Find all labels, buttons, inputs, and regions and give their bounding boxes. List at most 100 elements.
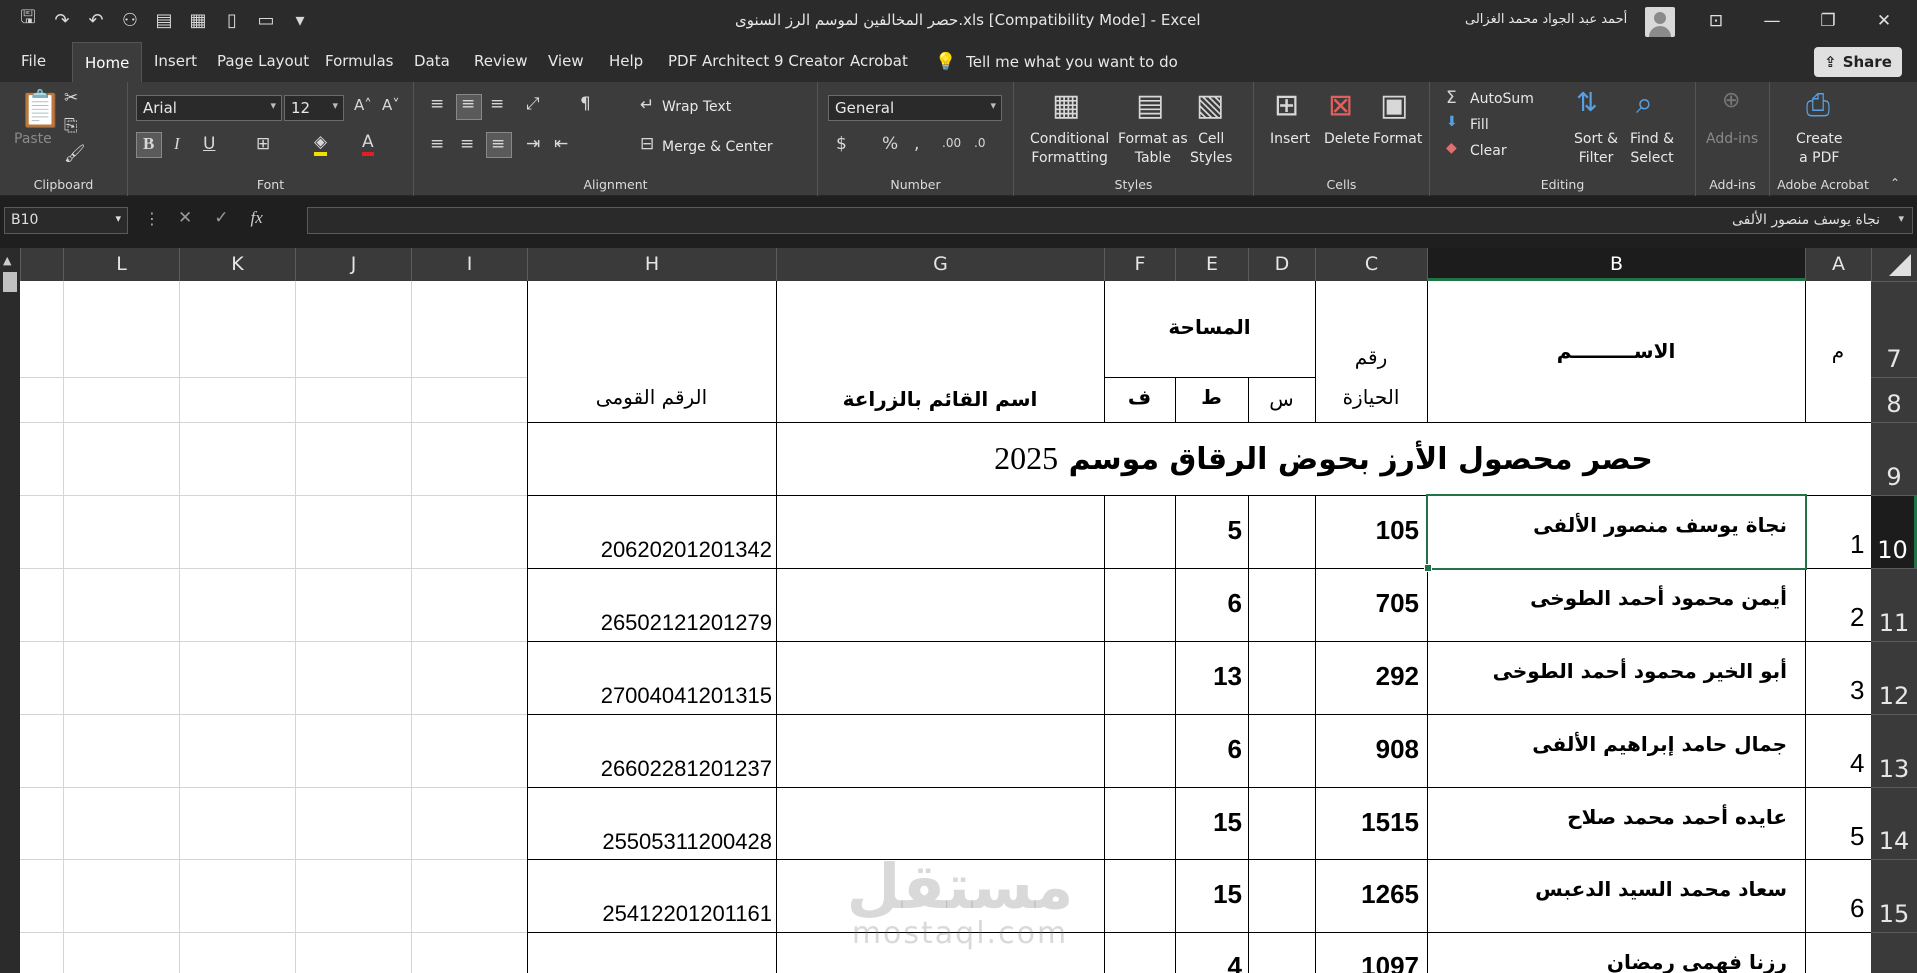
currency-icon[interactable]: $	[836, 134, 847, 154]
decrease-indent-icon[interactable]: ⇤	[554, 134, 568, 154]
collapse-ribbon-icon[interactable]: ⌃	[1890, 176, 1900, 190]
align-bottom-icon[interactable]: ≡	[490, 94, 504, 114]
delete-cells-button[interactable]: Delete	[1324, 130, 1370, 149]
cell-area-t[interactable]: 6	[1175, 734, 1242, 765]
align-top-icon[interactable]: ≡	[430, 94, 444, 114]
addins-button[interactable]: Add-ins	[1706, 130, 1758, 149]
tab-view[interactable]: View	[548, 52, 584, 70]
cancel-icon[interactable]: ✕	[178, 208, 192, 228]
maximize-icon[interactable]: ❐	[1800, 0, 1856, 42]
row-header-16[interactable]	[1871, 932, 1917, 973]
decrease-decimal-icon[interactable]: .0	[974, 136, 985, 150]
column-header-J[interactable]: J	[295, 248, 411, 281]
cell-holding[interactable]: 1515	[1315, 807, 1419, 838]
column-header-G[interactable]: G	[776, 248, 1104, 281]
more-options-icon[interactable]: ⋮	[144, 209, 160, 228]
tab-page-layout[interactable]: Page Layout	[217, 52, 309, 70]
cell-national-id[interactable]: 25505311200428	[527, 829, 772, 855]
fill-color-icon[interactable]: ◈	[314, 132, 328, 156]
sort-filter-button[interactable]: Sort & Filter	[1574, 130, 1618, 168]
cell-styles-button[interactable]: Cell Styles	[1190, 130, 1232, 168]
cell-name[interactable]: رزنا فهمى رمضان	[1427, 950, 1787, 973]
cell-name[interactable]: أبو الخير محمود أحمد الطوخى	[1427, 659, 1787, 683]
underline-icon[interactable]: U	[203, 134, 215, 154]
cell-serial[interactable]: 1	[1850, 529, 1864, 560]
cell-national-id[interactable]: 20620201201342	[527, 537, 772, 563]
paste-button[interactable]: Paste	[14, 130, 52, 149]
row-header-9[interactable]: 9	[1871, 422, 1917, 495]
cell-serial[interactable]: 2	[1850, 602, 1864, 633]
cell-name[interactable]: أيمن محمود أحمد الطوخى	[1427, 586, 1787, 610]
align-right-icon[interactable]: ≡	[430, 134, 444, 154]
decrease-font-icon[interactable]: A˅	[382, 96, 400, 114]
format-as-table-button[interactable]: Format as Table	[1118, 130, 1188, 168]
ribbon-display-icon[interactable]: ⊡	[1688, 0, 1744, 42]
active-cell-selection[interactable]	[1424, 494, 1807, 572]
cell-area-t[interactable]: 15	[1175, 879, 1242, 910]
italic-icon[interactable]: I	[174, 134, 180, 154]
avatar[interactable]	[1645, 7, 1675, 37]
align-center-icon[interactable]: ≡	[460, 134, 474, 154]
tab-acrobat[interactable]: Acrobat	[850, 52, 908, 70]
row-header-10[interactable]: 10	[1871, 495, 1917, 568]
vertical-scrollbar[interactable]: ▲	[0, 248, 20, 973]
column-header-B[interactable]: B	[1427, 248, 1805, 281]
merge-center-button[interactable]: Merge & Center	[662, 138, 773, 157]
rtl-direction-icon[interactable]: ¶	[580, 94, 591, 114]
expand-formula-icon[interactable]: ▾	[1898, 212, 1904, 225]
row-header-13[interactable]: 13	[1871, 714, 1917, 787]
cell-holding[interactable]: 705	[1315, 588, 1419, 619]
cell-national-id[interactable]: 26602281201237	[527, 756, 772, 782]
percent-icon[interactable]: %	[882, 134, 898, 154]
number-format-select[interactable]: General ▾	[828, 95, 1002, 121]
cell-holding[interactable]: 1097	[1315, 951, 1419, 973]
cell-name[interactable]: جمال حامد إبراهيم الألفى	[1427, 732, 1787, 756]
font-size-select[interactable]: 12 ▾	[284, 95, 344, 121]
insert-function-icon[interactable]: fx	[251, 208, 263, 228]
cell-area-t[interactable]: 4	[1175, 951, 1242, 973]
name-box[interactable]: B10 ▾	[4, 207, 128, 234]
scroll-thumb[interactable]	[3, 272, 17, 292]
print-preview-icon[interactable]: ▤	[154, 8, 174, 32]
row-header-11[interactable]: 11	[1871, 568, 1917, 641]
row-header-15[interactable]: 15	[1871, 859, 1917, 932]
copy-icon[interactable]: ⎘	[64, 116, 78, 136]
cell-national-id[interactable]: 25412201201161	[527, 901, 772, 927]
increase-font-icon[interactable]: A˄	[354, 96, 372, 114]
save-icon[interactable]: 🖫	[18, 7, 38, 32]
tab-home[interactable]: Home	[72, 42, 143, 82]
cell-serial[interactable]: 3	[1850, 675, 1864, 706]
wrap-text-icon[interactable]: ↵	[640, 95, 654, 115]
cell-holding[interactable]: 908	[1315, 734, 1419, 765]
cell-area-t[interactable]: 15	[1175, 807, 1242, 838]
cell-name[interactable]: سعاد محمد السيد الدعبس	[1427, 877, 1787, 901]
row-header-7[interactable]: 7	[1871, 281, 1917, 377]
column-header-I[interactable]: I	[411, 248, 527, 281]
insert-cells-button[interactable]: Insert	[1270, 130, 1310, 149]
clear-button[interactable]: Clear	[1470, 142, 1507, 161]
find-select-button[interactable]: Find & Select	[1630, 130, 1674, 168]
customize-qat-icon[interactable]: ▾	[290, 8, 310, 32]
column-header[interactable]	[20, 248, 63, 281]
cell-serial[interactable]: 5	[1850, 821, 1864, 852]
tab-data[interactable]: Data	[414, 52, 450, 70]
enter-icon[interactable]: ✓	[214, 208, 228, 228]
wrap-text-button[interactable]: Wrap Text	[662, 98, 731, 117]
increase-decimal-icon[interactable]: .00	[942, 136, 961, 150]
create-pdf-button[interactable]: Create a PDF	[1796, 130, 1843, 168]
calculator-icon[interactable]: ▦	[188, 8, 208, 32]
font-color-icon[interactable]: A	[362, 132, 374, 156]
tab-file[interactable]: File	[21, 52, 46, 70]
redo-icon[interactable]: ↷	[52, 8, 72, 32]
close-icon[interactable]: ✕	[1856, 0, 1912, 42]
cell-holding[interactable]: 292	[1315, 661, 1419, 692]
scroll-up-icon[interactable]: ▲	[3, 254, 11, 267]
cell-national-id[interactable]: 27004041201315	[527, 683, 772, 709]
row-header-8[interactable]: 8	[1871, 377, 1917, 422]
share-button[interactable]: ⇪ Share	[1814, 47, 1902, 77]
row-header-12[interactable]: 12	[1871, 641, 1917, 714]
font-name-select[interactable]: Arial ▾	[136, 95, 282, 121]
formula-input[interactable]: نجاة يوسف منصور الألفى ▾	[307, 207, 1913, 234]
undo-icon[interactable]: ↶	[86, 8, 106, 32]
select-all-button[interactable]	[1871, 248, 1917, 281]
